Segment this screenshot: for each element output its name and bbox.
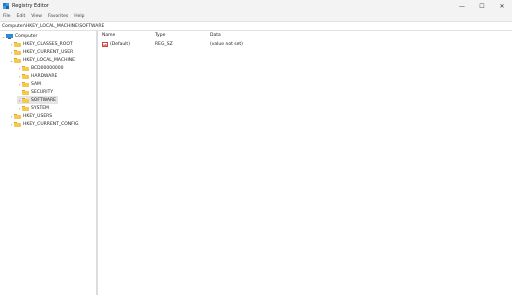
value-type: REG_SZ <box>155 42 173 47</box>
menu-help[interactable]: Help <box>74 14 84 19</box>
menu-view[interactable]: View <box>31 14 42 19</box>
value-name: (Default) <box>110 42 130 47</box>
column-header-name[interactable]: Name <box>102 33 115 38</box>
value-data: (value not set) <box>210 42 243 47</box>
window-title: Registry Editor <box>12 3 49 9</box>
tree-item-hkey-local-machine[interactable]: ⌄ HKEY_LOCAL_MACHINE <box>9 56 75 64</box>
tree-item-hkey-classes-root[interactable]: › HKEY_CLASSES_ROOT <box>9 40 73 48</box>
folder-icon <box>14 49 21 55</box>
folder-icon <box>22 73 29 79</box>
tree-item-label: SECURITY <box>31 89 54 95</box>
tree-item-sam[interactable]: › SAM <box>17 80 41 88</box>
tree-item-system[interactable]: › SYSTEM <box>17 104 49 112</box>
minimize-button[interactable]: — <box>452 0 472 12</box>
folder-icon <box>22 97 29 103</box>
tree-item-label: HKEY_CURRENT_USER <box>23 49 74 55</box>
tree-item-label: HKEY_USERS <box>23 113 53 119</box>
registry-editor-icon <box>3 3 9 9</box>
tree-item-label: Computer <box>15 33 38 39</box>
tree-item-label: SAM <box>31 81 41 87</box>
column-header-data[interactable]: Data <box>210 33 221 38</box>
address-bar[interactable]: Computer\HKEY_LOCAL_MACHINE\SOFTWARE <box>0 21 512 31</box>
title-bar: Registry Editor — ☐ ✕ <box>0 0 512 12</box>
tree-item-hkey-users[interactable]: › HKEY_USERS <box>9 112 52 120</box>
tree-item-label: HARDWARE <box>31 73 58 79</box>
folder-icon <box>22 89 29 95</box>
folder-open-icon <box>14 57 21 63</box>
close-button[interactable]: ✕ <box>492 0 512 12</box>
tree-item-label: HKEY_CURRENT_CONFIG <box>23 121 79 127</box>
column-header-type[interactable]: Type <box>155 33 165 38</box>
tree-item-software[interactable]: › SOFTWARE <box>17 96 58 104</box>
tree-item-computer[interactable]: ⌄ Computer <box>1 32 37 40</box>
tree-item-label: HKEY_LOCAL_MACHINE <box>23 57 75 63</box>
tree-item-bcd00000000[interactable]: › BCD00000000 <box>17 64 64 72</box>
key-tree-pane[interactable]: ⌄ Computer › HKEY_CLASSES_ROOT › HKEY_CU… <box>0 31 96 295</box>
folder-icon <box>14 113 21 119</box>
menu-bar: File Edit View Favorites Help <box>0 12 512 21</box>
tree-item-hardware[interactable]: › HARDWARE <box>17 72 57 80</box>
tree-item-hkey-current-config[interactable]: › HKEY_CURRENT_CONFIG <box>9 120 79 128</box>
string-value-icon: ab <box>102 42 108 47</box>
address-path[interactable]: Computer\HKEY_LOCAL_MACHINE\SOFTWARE <box>2 24 104 29</box>
folder-icon <box>14 41 21 47</box>
tree-item-label: BCD00000000 <box>31 65 64 71</box>
value-row[interactable]: ab (Default) REG_SZ (value not set) <box>98 41 398 49</box>
values-pane[interactable]: Name Type Data ab (Default) REG_SZ (valu… <box>98 31 512 295</box>
tree-item-label: SYSTEM <box>31 105 49 111</box>
folder-icon <box>22 65 29 71</box>
menu-favorites[interactable]: Favorites <box>48 14 68 19</box>
tree-item-security[interactable]: SECURITY <box>17 88 53 96</box>
tree-item-hkey-current-user[interactable]: › HKEY_CURRENT_USER <box>9 48 73 56</box>
folder-icon <box>22 105 29 111</box>
tree-item-label: HKEY_CLASSES_ROOT <box>23 41 73 47</box>
menu-file[interactable]: File <box>3 14 11 19</box>
maximize-button[interactable]: ☐ <box>472 0 492 12</box>
computer-icon <box>6 33 13 39</box>
folder-icon <box>14 121 21 127</box>
menu-edit[interactable]: Edit <box>17 14 26 19</box>
folder-icon <box>22 81 29 87</box>
tree-item-label: SOFTWARE <box>31 97 56 103</box>
